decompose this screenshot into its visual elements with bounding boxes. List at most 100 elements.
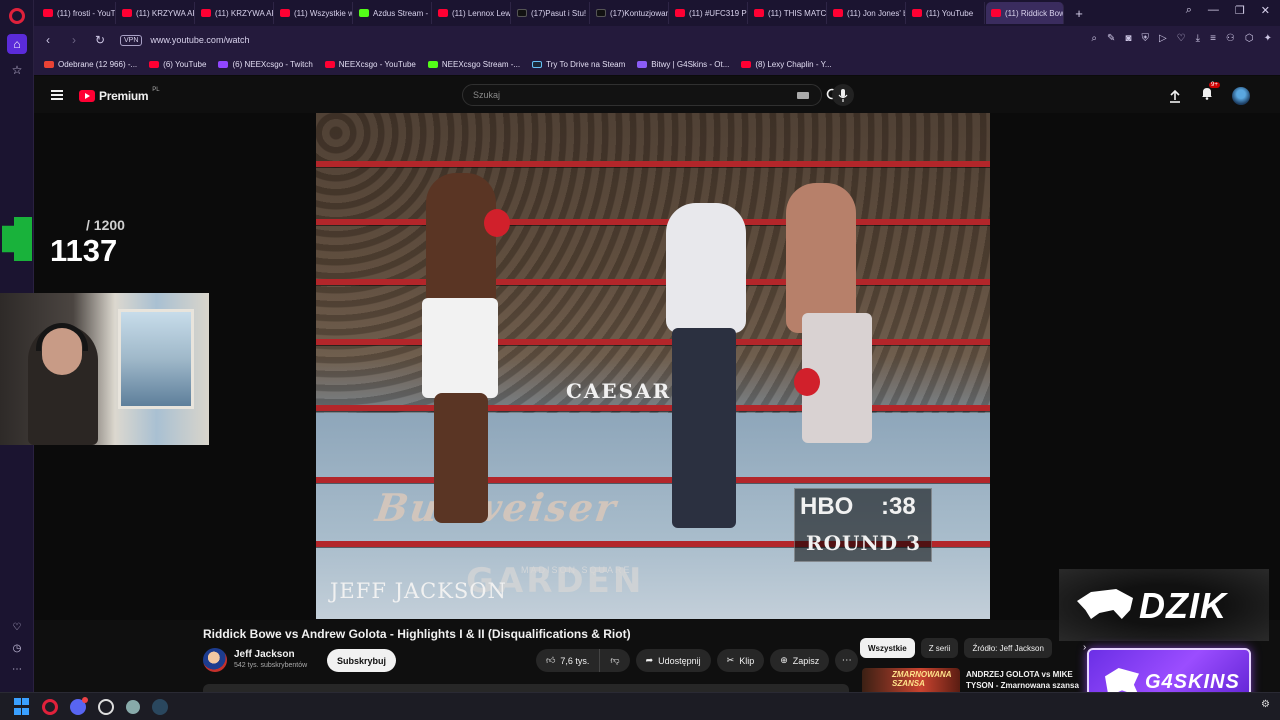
camera-icon[interactable]: ◙ — [1125, 33, 1131, 44]
edit-icon[interactable]: ✎ — [1107, 33, 1115, 44]
obs-taskbar-icon[interactable] — [98, 698, 114, 715]
description-box[interactable] — [203, 684, 849, 692]
sub-goal-counter: / 1200 1137 — [0, 213, 140, 268]
recommendation-title[interactable]: ANDRZEJ GOLOTA vs MIKE TYSON - Zmarnowan… — [966, 669, 1086, 691]
search-input[interactable] — [473, 90, 763, 100]
headset-icon — [36, 323, 88, 351]
bookmark-item[interactable]: (8) Lexy Chaplin - Y... — [741, 60, 832, 69]
chip-series[interactable]: Z serii — [920, 638, 959, 658]
notification-count: 9+ — [1209, 82, 1220, 88]
opera-taskbar-icon[interactable] — [42, 698, 58, 715]
browser-tab[interactable]: (11) KRZYWA AKC — [196, 2, 274, 24]
ai-icon[interactable]: ✦ — [1264, 33, 1272, 44]
tab-label: (11) Lennox Lew — [452, 8, 511, 18]
bookmark-item[interactable]: NEEXcsgo Stream -... — [427, 60, 520, 69]
dislike-button[interactable]: 👎︎ — [600, 649, 630, 672]
shield-icon[interactable]: ⛨ — [1141, 33, 1149, 44]
like-count: 7,6 tys. — [560, 655, 590, 666]
download-icon[interactable]: ⤓ — [1196, 33, 1200, 44]
ring-rope — [316, 405, 990, 411]
heart-icon[interactable]: ♡ — [1177, 33, 1186, 44]
hamburger-menu-icon[interactable] — [51, 90, 63, 100]
browser-tab[interactable]: (11) Riddick Bowe vs A — [986, 2, 1064, 24]
reload-icon[interactable]: ↻ — [94, 33, 106, 47]
windows-start-icon[interactable] — [12, 698, 30, 716]
upload-icon[interactable] — [1168, 89, 1182, 103]
profile-icon[interactable]: ⚇ — [1226, 33, 1235, 44]
browser-tab[interactable]: (11) YouTube — [907, 2, 985, 24]
voice-search-button[interactable] — [832, 84, 854, 106]
back-icon[interactable]: ‹ — [42, 33, 54, 47]
youtube-logo[interactable]: Premium PL — [79, 87, 160, 103]
bookmark-item[interactable]: Bitwy | G4Skins - Ot... — [637, 60, 729, 69]
menu-icon[interactable]: ≡ — [1210, 33, 1216, 44]
search-tabs-icon[interactable]: ⌕ — [1186, 4, 1192, 17]
subscribe-button[interactable]: Subskrybuj — [327, 649, 397, 672]
steam-taskbar-icon[interactable] — [152, 698, 168, 715]
history-icon[interactable]: ◷ — [10, 643, 24, 657]
save-button[interactable]: ⊕ Zapisz — [770, 649, 830, 672]
youtube-icon — [201, 9, 211, 17]
heart-icon[interactable]: ♡ — [10, 622, 24, 636]
browser-tab[interactable]: (11) KRZYWA AKC — [117, 2, 195, 24]
browser-tab[interactable]: (11) Jon Jones' b — [828, 2, 906, 24]
address-bar: ‹ › ↻ VPN www.youtube.com/watch ⌕ ✎ ◙ ⛨ … — [34, 26, 1280, 54]
youtube-icon — [149, 61, 160, 68]
browser-tab[interactable]: Azdus Stream - K — [354, 2, 432, 24]
bookmark-item[interactable]: (6) YouTube — [149, 60, 206, 69]
notifications-button[interactable]: 9+ — [1200, 82, 1220, 105]
search-box — [462, 84, 822, 106]
minimize-icon[interactable]: — — [1208, 4, 1219, 17]
share-icon: ➦ — [645, 655, 654, 665]
more-icon[interactable]: ⋯ — [10, 664, 24, 678]
bookmark-item[interactable]: Try To Drive na Steam — [532, 60, 625, 69]
clip-label: Klip — [739, 655, 755, 666]
chip-source[interactable]: Źródło: Jeff Jackson — [964, 638, 1052, 658]
account-avatar[interactable] — [1232, 86, 1250, 105]
discord-taskbar-icon[interactable] — [70, 696, 88, 715]
more-actions-button[interactable]: ⋯ — [835, 649, 859, 672]
bookmark-item[interactable]: Odebrane (12 966) -... — [44, 60, 137, 69]
opera-logo-icon[interactable] — [9, 8, 25, 24]
zoom-icon[interactable]: ⌕ — [1091, 33, 1097, 44]
tab-label: (11) Riddick Bowe vs A — [1005, 8, 1063, 18]
forward-icon[interactable]: › — [68, 33, 80, 47]
tray-icon[interactable]: ⚙ — [1261, 699, 1270, 710]
bookmarks-bar: Odebrane (12 966) -... (6) YouTube (6) NEE… — [34, 54, 1280, 76]
maximize-icon[interactable]: ❐ — [1235, 4, 1245, 17]
browser-tab[interactable]: (11) Wszystkie w — [275, 2, 353, 24]
browser-tab[interactable]: (11) #UFC319 Pe — [670, 2, 748, 24]
channel-name[interactable]: Jeff Jackson — [234, 649, 295, 660]
home-icon[interactable]: ⌂ — [7, 34, 27, 54]
video-player[interactable]: CAESAR Budweiser MADISON SQUARE GARDEN H… — [316, 113, 990, 619]
settings-taskbar-icon[interactable] — [126, 699, 140, 714]
browser-tab[interactable]: (11) frosti - YouT — [38, 2, 116, 24]
star-icon[interactable]: ☆ — [7, 60, 27, 80]
hbo-logo-text: HBO — [800, 493, 854, 520]
like-button[interactable]: 👍︎ 7,6 tys. — [536, 649, 601, 672]
tab-label: (17)Pasut i Stu! — [531, 8, 587, 18]
keyboard-icon[interactable] — [797, 92, 809, 99]
ring-banner-text: CAESAR — [566, 379, 672, 403]
channel-avatar[interactable] — [203, 648, 227, 672]
recommendation-thumbnail[interactable]: ZMARNOWANA SZANSA — [862, 668, 960, 692]
new-tab-icon[interactable]: + — [1071, 5, 1087, 21]
boxer-right — [786, 183, 856, 333]
bookmark-item[interactable]: (6) NEEXcsgo - Twitch — [218, 60, 313, 69]
youtube-icon — [438, 9, 448, 17]
url-field[interactable]: www.youtube.com/watch — [150, 35, 249, 45]
extensions-icon[interactable]: ⬡ — [1245, 33, 1254, 44]
browser-tab[interactable]: (17)Pasut i Stu! — [512, 2, 590, 24]
chip-all[interactable]: Wszystkie — [860, 638, 915, 658]
close-icon[interactable]: ✕ — [1261, 4, 1270, 17]
share-button[interactable]: ➦ Udostępnij — [635, 649, 711, 672]
bookmark-item[interactable]: NEEXcsgo - YouTube — [324, 60, 416, 69]
vpn-badge[interactable]: VPN — [120, 34, 143, 46]
browser-tab[interactable]: (11) THIS MATCH — [749, 2, 827, 24]
clip-button[interactable]: ✂ Klip — [716, 649, 765, 672]
chevron-right-icon[interactable]: › — [1083, 642, 1086, 653]
browser-tab[interactable]: (11) Lennox Lew — [433, 2, 511, 24]
play-icon[interactable]: ▷ — [1159, 33, 1167, 44]
tab-label: (11) YouTube — [926, 8, 974, 18]
browser-tab[interactable]: (17)Kontuzjowan — [591, 2, 669, 24]
